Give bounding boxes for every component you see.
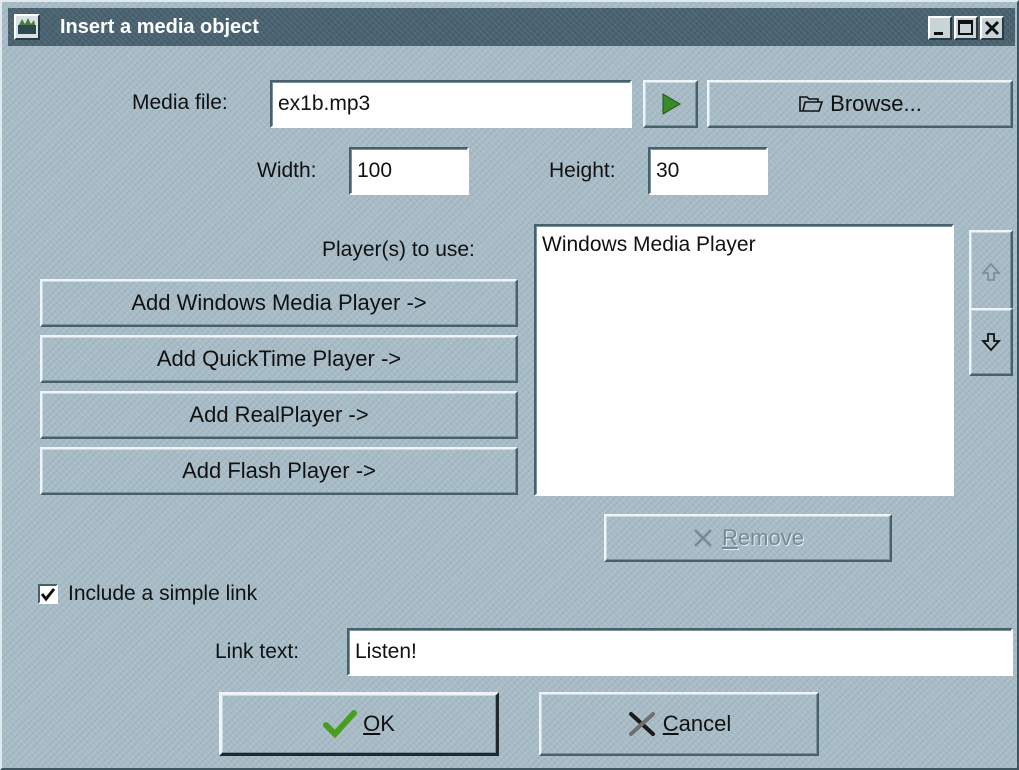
media-file-input[interactable]: ex1b.mp3 [270,80,632,128]
move-down-button[interactable] [969,308,1013,376]
ok-label: OK [363,711,395,736]
media-file-label: Media file: [132,91,228,114]
players-label: Player(s) to use: [322,238,475,261]
arrow-up-icon [981,262,1001,281]
arrow-down-icon [981,333,1001,352]
cancel-label: Cancel [662,711,732,736]
width-input[interactable]: 100 [349,147,469,195]
add-flash-player-button[interactable]: Add Flash Player -> [40,447,518,495]
media-dialog: Insert a media object Media file: ex1b.m… [0,0,1019,770]
minimize-button[interactable] [928,16,952,40]
add-windows-media-player-button[interactable]: Add Windows Media Player -> [40,279,518,327]
link-text-input[interactable]: Listen! [347,628,1013,676]
add-quicktime-player-button[interactable]: Add QuickTime Player -> [40,335,518,383]
add-windows-media-player-label: Add Windows Media Player -> [131,290,427,315]
cancel-button[interactable]: Cancel [539,692,819,756]
remove-label: Remove [722,525,804,550]
check-icon [323,710,358,738]
minimize-icon [934,32,943,35]
close-icon [984,20,1000,36]
height-input[interactable]: 30 [648,147,768,195]
play-button[interactable] [643,80,698,128]
add-flash-player-label: Add Flash Player -> [182,458,376,483]
include-link-label[interactable]: Include a simple link [68,582,257,606]
link-text-label: Link text: [215,640,300,663]
cancel-x-icon [628,712,655,736]
app-icon [14,14,40,40]
players-listbox[interactable]: Windows Media Player [534,224,954,496]
maximize-button[interactable] [954,16,978,40]
player-list-item[interactable]: Windows Media Player [542,233,756,257]
width-label: Width: [257,159,317,182]
browse-button[interactable]: Browse... [707,80,1013,128]
height-label: Height: [549,159,616,182]
add-quicktime-player-label: Add QuickTime Player -> [156,346,402,371]
folder-open-icon [799,96,824,112]
add-realplayer-button[interactable]: Add RealPlayer -> [40,391,518,439]
remove-button[interactable]: Remove [604,514,892,562]
browse-label: Browse... [830,91,922,116]
add-realplayer-label: Add RealPlayer -> [189,402,369,427]
window-title: Insert a media object [60,16,259,38]
remove-x-icon [694,529,712,547]
maximize-icon [958,20,973,35]
include-link-checkbox[interactable] [38,584,58,604]
title-bar[interactable]: Insert a media object [8,8,1015,46]
checkmark-icon [40,588,56,602]
close-button[interactable] [980,16,1004,40]
move-up-button[interactable] [969,230,1013,314]
play-icon [662,93,681,115]
ok-button[interactable]: OK [219,692,499,756]
